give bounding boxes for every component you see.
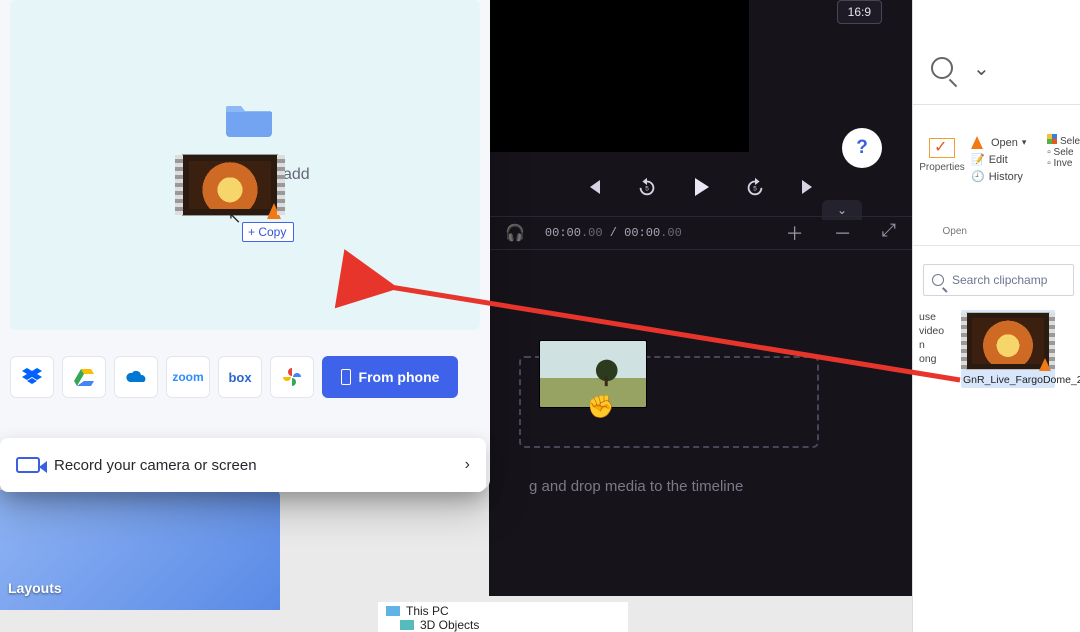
media-dropzone[interactable]: Drop media to add ↖ + Copy — [10, 0, 480, 330]
phone-icon — [341, 369, 351, 385]
explorer-tree-fragment: This PC 3D Objects — [378, 602, 628, 632]
aspect-ratio-button[interactable]: 16:9 — [837, 0, 882, 24]
preview-area — [489, 0, 749, 152]
forward-5-button[interactable]: 5 — [742, 174, 768, 200]
file-item-partial[interactable]: use video n ong — [919, 310, 953, 388]
google-drive-button[interactable] — [62, 356, 106, 398]
svg-text:5: 5 — [753, 186, 757, 193]
skip-start-button[interactable] — [580, 174, 606, 200]
check-icon — [929, 138, 955, 158]
media-panel: Drop media to add ↖ + Copy zoom box From… — [0, 0, 490, 490]
zoom-button[interactable]: zoom — [166, 356, 210, 398]
ribbon: Properties Open ▾ 📝 Edit 🕘 History Sele … — [913, 134, 1080, 185]
rewind-5-button[interactable]: 5 — [634, 174, 660, 200]
video-editor-panel: 16:9 ? 5 5 ⌄ 🎧 00:00.00 / 00:00.00 ＋ － ⤢ — [489, 0, 912, 596]
layouts-label[interactable]: Layouts — [8, 580, 62, 596]
chevron-right-icon: › — [465, 456, 470, 474]
record-label: Record your camera or screen — [54, 457, 257, 474]
time-toolbar: 🎧 00:00.00 / 00:00.00 ＋ － ⤢ — [489, 216, 912, 250]
file-item-selected[interactable]: GnR_Live_FargoDome_2021.mp4 — [961, 310, 1055, 388]
timecode: 00:00.00 / 00:00.00 — [545, 226, 682, 240]
dragged-video-thumbnail[interactable] — [182, 154, 278, 216]
pc-icon — [386, 606, 400, 616]
select-all-button[interactable]: Sele — [1047, 134, 1080, 147]
google-photos-button[interactable] — [270, 356, 314, 398]
from-phone-button[interactable]: From phone — [322, 356, 458, 398]
cursor-icon: ↖ — [228, 208, 241, 228]
zoom-in-button[interactable]: ＋ — [786, 220, 804, 246]
history-button[interactable]: 🕘 History — [971, 168, 1047, 185]
folder-icon — [224, 98, 274, 138]
tree-this-pc[interactable]: This PC — [378, 604, 628, 618]
properties-button[interactable]: Properties — [913, 134, 971, 185]
onedrive-button[interactable] — [114, 356, 158, 398]
video-thumbnail — [966, 312, 1050, 370]
select-none-button[interactable]: ▫ Sele — [1047, 147, 1080, 158]
search-input[interactable]: Search clipchamp — [923, 264, 1074, 296]
search-icon — [932, 274, 944, 286]
file-name: GnR_Live_FargoDome_2021.mp4 — [963, 374, 1053, 386]
timeline[interactable]: ✊ g and drop media to the timeline — [489, 310, 912, 596]
audio-detach-icon[interactable]: 🎧 — [505, 223, 525, 243]
open-menu[interactable]: Open ▾ — [971, 134, 1047, 151]
zoom-out-button[interactable]: － — [834, 220, 852, 246]
tree-3d-objects[interactable]: 3D Objects — [378, 618, 628, 632]
explorer-toolbar: ⌄ — [913, 36, 1080, 100]
open-group-label: Open — [913, 226, 997, 237]
help-button[interactable]: ? — [842, 128, 882, 168]
file-explorer-panel: ⌄ Properties Open ▾ 📝 Edit 🕘 History Sel… — [912, 0, 1080, 632]
camera-icon — [16, 457, 40, 473]
skip-end-button[interactable] — [796, 174, 822, 200]
vlc-icon — [267, 203, 281, 219]
timeline-drop-hint: g and drop media to the timeline — [529, 478, 743, 495]
vlc-icon — [971, 136, 983, 149]
invert-selection-button[interactable]: ▫ Inve — [1047, 158, 1080, 169]
folder-icon — [400, 620, 414, 630]
copy-tooltip: + Copy — [242, 222, 294, 242]
edit-button[interactable]: 📝 Edit — [971, 151, 1047, 168]
svg-text:5: 5 — [645, 186, 649, 193]
play-button[interactable] — [688, 174, 714, 200]
search-placeholder: Search clipchamp — [952, 273, 1047, 287]
vlc-icon — [1039, 358, 1051, 371]
zoom-fit-button[interactable]: ⤢ — [882, 220, 896, 246]
box-button[interactable]: box — [218, 356, 262, 398]
search-icon[interactable] — [931, 57, 953, 79]
grab-cursor-icon: ✊ — [587, 394, 614, 420]
record-button[interactable]: Record your camera or screen › — [0, 438, 486, 492]
dropbox-button[interactable] — [10, 356, 54, 398]
chevron-down-icon[interactable]: ⌄ — [973, 56, 990, 81]
media-sources-row: zoom box From phone — [10, 352, 480, 402]
file-list: use video n ong GnR_Live_FargoDome_2021.… — [913, 306, 1080, 392]
